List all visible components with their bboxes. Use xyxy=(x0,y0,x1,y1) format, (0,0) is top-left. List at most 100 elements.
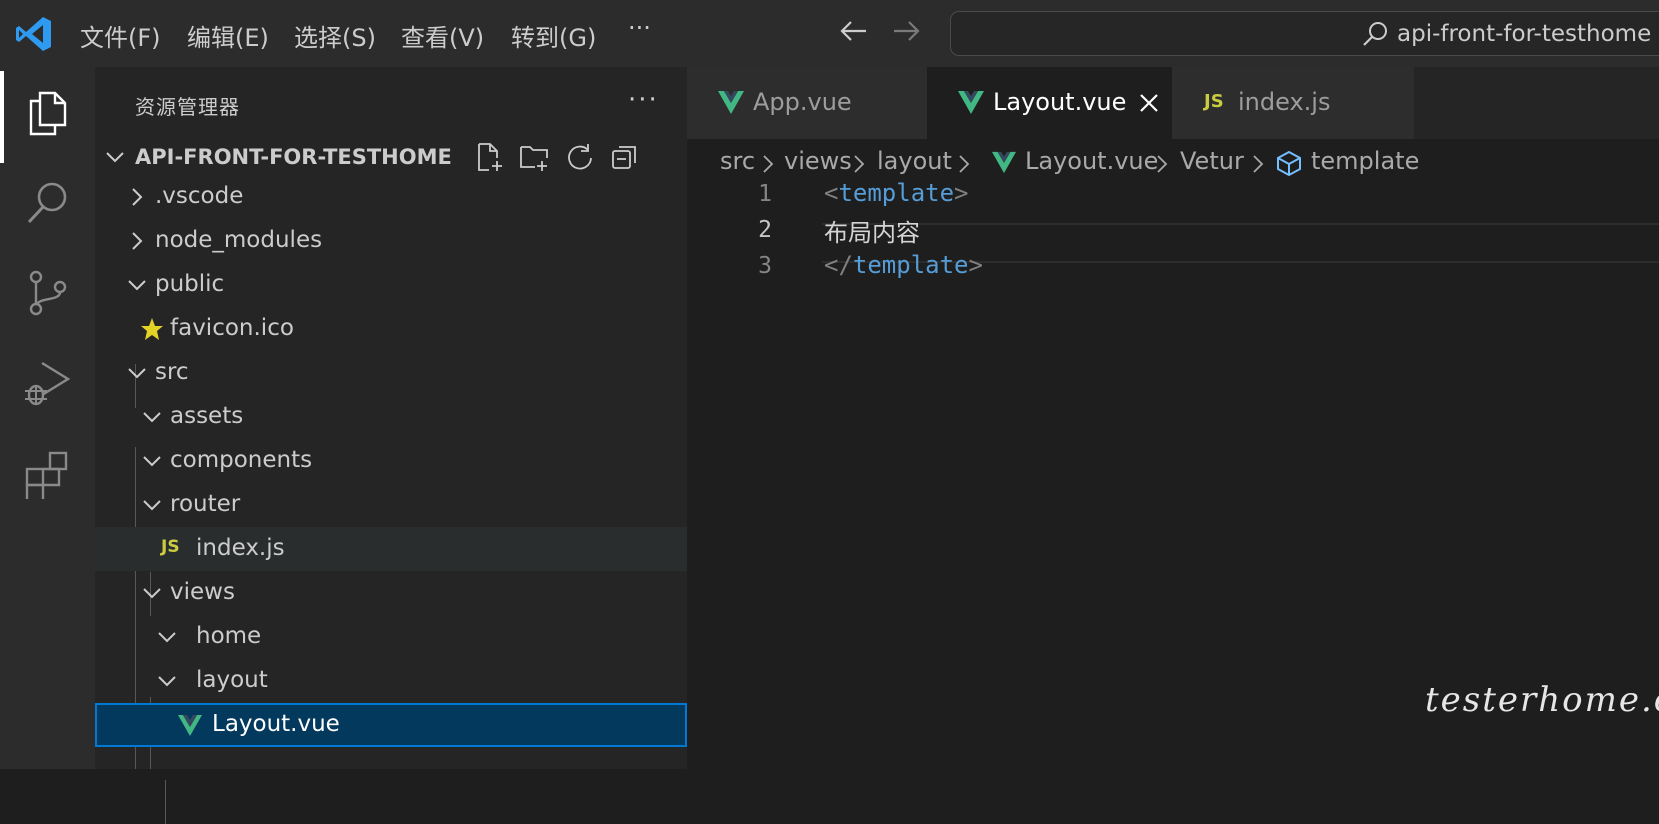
menu-file[interactable]: 文件(F) xyxy=(80,18,161,53)
tab-label: index.js xyxy=(1238,88,1330,116)
vue-file-icon xyxy=(177,712,203,738)
refresh-icon[interactable] xyxy=(564,141,596,173)
tree-item-label: src xyxy=(155,359,189,385)
code-line: </template> xyxy=(824,251,983,279)
line-number: 1 xyxy=(687,181,772,207)
tree-item-assets[interactable]: assets xyxy=(95,395,687,439)
editor-tab-bar: App.vue Layout.vue JS index.js xyxy=(687,67,1659,139)
tab-index-js[interactable]: JS index.js xyxy=(1172,67,1414,139)
arrow-right-icon[interactable] xyxy=(888,13,924,49)
chevron-down-icon xyxy=(125,361,149,385)
chevron-right-icon xyxy=(955,153,973,175)
tree-item-index-js[interactable]: JS index.js xyxy=(95,527,687,571)
chevron-down-icon xyxy=(140,449,164,473)
tab-layout-vue[interactable]: Layout.vue xyxy=(927,67,1172,139)
tag-name: template xyxy=(853,251,969,279)
tag-bracket: < xyxy=(824,179,838,207)
chevron-down-icon xyxy=(155,625,179,649)
chevron-down-icon xyxy=(103,145,127,169)
chevron-right-icon xyxy=(759,153,777,175)
run-debug-icon[interactable] xyxy=(22,357,74,409)
line-number: 2 xyxy=(687,217,772,243)
chevron-down-icon xyxy=(125,273,149,297)
tag-bracket: > xyxy=(954,179,968,207)
tree-item-components[interactable]: components xyxy=(95,439,687,483)
breadcrumb-item-views[interactable]: views xyxy=(784,147,852,175)
star-file-icon xyxy=(139,316,165,342)
menu-edit[interactable]: 编辑(E) xyxy=(187,18,269,53)
vue-file-icon xyxy=(717,89,745,115)
breadcrumb-item-src[interactable]: src xyxy=(720,147,755,175)
tree-item-home[interactable]: home xyxy=(95,615,687,659)
tree-item-label: router xyxy=(170,491,240,517)
tree-item-label: components xyxy=(170,447,312,473)
indent-guide xyxy=(165,780,166,824)
tree-item-label: home xyxy=(196,623,261,649)
tree-item-label: views xyxy=(170,579,235,605)
symbol-module-icon xyxy=(1275,149,1303,177)
project-section-header[interactable]: API-FRONT-FOR-TESTHOME xyxy=(95,137,687,177)
js-file-icon: JS xyxy=(1204,91,1224,112)
menu-more[interactable]: ··· xyxy=(628,14,651,42)
extensions-icon[interactable] xyxy=(22,447,74,499)
tree-item-src[interactable]: src xyxy=(95,351,687,395)
tree-item-label: .vscode xyxy=(155,183,243,209)
tree-item-router[interactable]: router xyxy=(95,483,687,527)
chevron-right-icon xyxy=(125,185,149,209)
chevron-right-icon xyxy=(125,229,149,253)
js-file-icon: JS xyxy=(161,537,180,557)
chevron-down-icon xyxy=(140,493,164,517)
code-line: <template> xyxy=(824,179,969,207)
breadcrumb-item-template[interactable]: template xyxy=(1311,147,1419,175)
tag-bracket: > xyxy=(969,251,983,279)
tree-item-label: favicon.ico xyxy=(170,315,294,341)
arrow-left-icon[interactable] xyxy=(836,13,872,49)
tab-label: App.vue xyxy=(753,88,852,116)
close-icon[interactable] xyxy=(1135,89,1163,117)
chevron-right-icon xyxy=(1249,153,1267,175)
new-folder-icon[interactable] xyxy=(518,141,550,173)
tab-app-vue[interactable]: App.vue xyxy=(687,67,927,139)
breadcrumb-item-vetur[interactable]: Vetur xyxy=(1180,147,1244,175)
new-file-icon[interactable] xyxy=(473,141,505,173)
chevron-right-icon xyxy=(1153,153,1171,175)
command-center-search[interactable]: api-front-for-testhome xyxy=(950,11,1659,56)
vscode-logo-icon[interactable] xyxy=(14,14,54,54)
explorer-more-button[interactable]: ··· xyxy=(628,85,659,115)
chevron-down-icon xyxy=(140,405,164,429)
search-icon[interactable] xyxy=(22,177,74,229)
tree-item-views[interactable]: views xyxy=(95,571,687,615)
code-text: 布局内容 xyxy=(824,219,920,247)
title-bar: 文件(F) 编辑(E) 选择(S) 查看(V) 转到(G) ··· api-fr… xyxy=(0,0,1659,67)
activity-bar xyxy=(0,67,95,769)
command-center-text: api-front-for-testhome xyxy=(1397,21,1651,47)
tab-label: Layout.vue xyxy=(993,88,1126,116)
tree-item-favicon[interactable]: favicon.ico xyxy=(95,307,687,351)
vue-file-icon xyxy=(957,89,985,115)
code-line: 布局内容 xyxy=(824,213,920,248)
explorer-icon[interactable] xyxy=(22,87,74,139)
menu-view[interactable]: 查看(V) xyxy=(401,18,484,53)
tree-item-label: Layout.vue xyxy=(212,711,340,737)
vue-file-icon xyxy=(991,150,1017,174)
menu-selection[interactable]: 选择(S) xyxy=(294,18,376,53)
project-title: API-FRONT-FOR-TESTHOME xyxy=(135,145,452,169)
tree-item-public[interactable]: public xyxy=(95,263,687,307)
tree-item-label: index.js xyxy=(196,535,285,561)
tree-item-layout[interactable]: layout xyxy=(95,659,687,703)
chevron-down-icon xyxy=(155,669,179,693)
tree-item-node-modules[interactable]: node_modules xyxy=(95,219,687,263)
menu-go[interactable]: 转到(G) xyxy=(511,18,596,53)
explorer-sidebar: 资源管理器 ··· API-FRONT-FOR-TESTHOME xyxy=(95,67,687,769)
tree-item-label: node_modules xyxy=(155,227,322,253)
breadcrumb-item-layout[interactable]: layout xyxy=(877,147,952,175)
explorer-title: 资源管理器 xyxy=(135,91,240,120)
active-indicator xyxy=(0,71,4,163)
breadcrumb-item-file[interactable]: Layout.vue xyxy=(1025,147,1158,175)
source-control-icon[interactable] xyxy=(22,267,74,319)
collapse-all-icon[interactable] xyxy=(609,141,641,173)
tree-item-vscode[interactable]: .vscode xyxy=(95,175,687,219)
tree-item-layout-vue[interactable]: Layout.vue xyxy=(95,703,687,747)
tree-item-label: public xyxy=(155,271,224,297)
chevron-right-icon xyxy=(850,153,868,175)
